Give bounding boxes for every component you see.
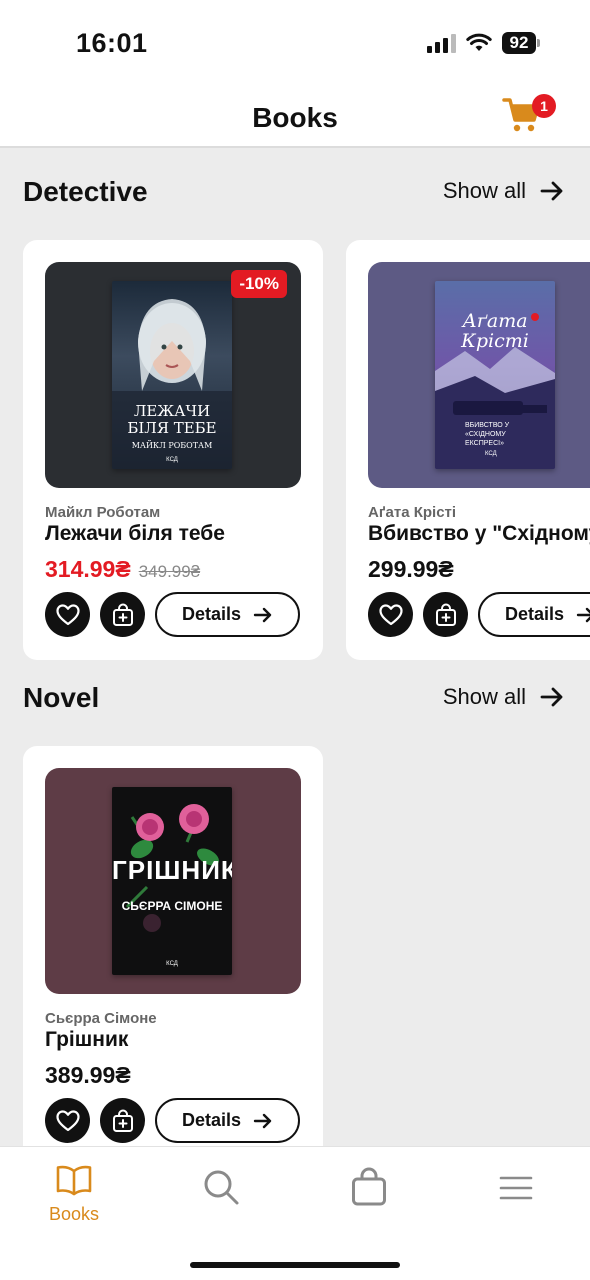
search-icon <box>204 1170 239 1205</box>
content-scroll[interactable]: Detective Show all ЛЕЖАЧИ БІЛЯ ТЕБЕ МАЙК… <box>0 150 590 1146</box>
book-cover-image: ГРІШНИК СЬЄРРА СІМОНЕ КСД <box>112 787 232 975</box>
price-row: 389.99₴ <box>45 1062 131 1089</box>
details-label: Details <box>504 604 565 624</box>
book-price: 299.99₴ <box>368 556 454 582</box>
signal-icon <box>427 33 456 53</box>
details-label: Details <box>181 604 242 624</box>
cover-publisher: КСД <box>166 457 178 463</box>
status-bar: 16:01 92 <box>0 0 590 86</box>
nav-label-books: Books <box>48 1204 100 1224</box>
cover-title: Аґата Крісті <box>461 310 529 352</box>
section-title: Detective <box>23 176 148 207</box>
status-time: 16:01 <box>76 28 148 58</box>
details-button[interactable]: Details <box>478 592 590 637</box>
book-price: 389.99₴ <box>45 1062 131 1088</box>
book-title: Грішник <box>45 1028 129 1051</box>
cover-publisher: КСД <box>166 961 178 967</box>
cover-subtitle: ВБИВСТВО У «СХІДНОМУ ЕКСПРЕСІ» <box>465 422 510 447</box>
card-actions: Details <box>45 592 300 637</box>
section-header: Novel Show all <box>23 676 564 716</box>
bag-icon <box>352 1167 386 1206</box>
status-icons: 92 <box>427 32 540 54</box>
show-all-label: Show all <box>442 684 526 709</box>
show-all-link[interactable]: Show all <box>443 178 564 204</box>
book-card[interactable]: ЛЕЖАЧИ БІЛЯ ТЕБЕ МАЙКЛ РОБОТАМ КСД -10% … <box>23 240 323 660</box>
cover-publisher: КСД <box>485 451 497 457</box>
show-all-label: Show all <box>442 178 526 203</box>
details-label: Details <box>181 1110 242 1130</box>
cover-title: ЛЕЖАЧИ БІЛЯ ТЕБЕ <box>127 402 217 437</box>
favorite-button[interactable] <box>45 1098 90 1143</box>
arrow-right-icon <box>540 687 563 707</box>
book-price: 314.99₴ <box>45 556 131 582</box>
favorite-button[interactable] <box>368 592 413 637</box>
book-cover-image: Аґата Крісті ВБИВСТВО У «СХІДНОМУ ЕКСПРЕ… <box>435 281 555 469</box>
menu-icon <box>499 1176 533 1200</box>
heart-icon <box>55 1109 80 1131</box>
cart-count-badge: 1 <box>532 94 556 118</box>
card-actions: Details <box>368 592 590 637</box>
add-to-cart-button[interactable] <box>100 592 145 637</box>
card-actions: Details <box>45 1098 300 1143</box>
book-author: Майкл Роботам <box>45 504 161 521</box>
add-to-cart-button[interactable] <box>100 1098 145 1143</box>
battery-level: 92 <box>502 32 536 54</box>
discount-badge: -10% <box>231 270 287 298</box>
cover-author: МАЙКЛ РОБОТАМ <box>131 441 213 450</box>
cover-frame: ГРІШНИК СЬЄРРА СІМОНЕ КСД <box>45 768 301 994</box>
heart-icon <box>55 603 80 625</box>
home-indicator <box>190 1262 400 1268</box>
book-title: Лежачи біля тебе <box>45 522 225 545</box>
price-row: 314.99₴ 349.99₴ <box>45 556 200 583</box>
header: Books 1 <box>0 86 590 148</box>
wifi-icon <box>466 33 492 51</box>
arrow-right-icon <box>576 607 590 622</box>
arrow-right-icon <box>540 181 563 201</box>
section-title: Novel <box>23 682 100 713</box>
favorite-button[interactable] <box>45 592 90 637</box>
cover-author: СЬЄРРА СІМОНЕ <box>121 899 223 913</box>
book-old-price: 349.99₴ <box>138 562 201 581</box>
nav-item-menu[interactable] <box>471 1163 561 1206</box>
cart-button[interactable]: 1 <box>502 94 556 138</box>
arrow-right-icon <box>253 607 272 622</box>
bag-plus-icon <box>435 603 456 626</box>
book-card[interactable]: ГРІШНИК СЬЄРРА СІМОНЕ КСД Сьєрра Сімоне … <box>23 746 323 1146</box>
bag-plus-icon <box>112 1109 133 1132</box>
cover-frame: ЛЕЖАЧИ БІЛЯ ТЕБЕ МАЙКЛ РОБОТАМ КСД -10% <box>45 262 301 488</box>
heart-icon <box>378 603 403 625</box>
bottom-nav: Books <box>0 1146 590 1280</box>
book-card[interactable]: Аґата Крісті ВБИВСТВО У «СХІДНОМУ ЕКСПРЕ… <box>346 240 590 660</box>
price-row: 299.99₴ <box>368 556 454 583</box>
details-button[interactable]: Details <box>155 1098 300 1143</box>
bag-plus-icon <box>112 603 133 626</box>
show-all-link[interactable]: Show all <box>443 684 564 710</box>
add-to-cart-button[interactable] <box>423 592 468 637</box>
section-header: Detective Show all <box>23 170 564 210</box>
book-icon <box>56 1165 92 1196</box>
arrow-right-icon <box>253 1113 272 1128</box>
cover-title: ГРІШНИК <box>112 855 232 885</box>
nav-item-books[interactable]: Books <box>29 1163 119 1225</box>
book-carousel[interactable]: ГРІШНИК СЬЄРРА СІМОНЕ КСД Сьєрра Сімоне … <box>23 746 590 1146</box>
book-carousel[interactable]: ЛЕЖАЧИ БІЛЯ ТЕБЕ МАЙКЛ РОБОТАМ КСД -10% … <box>23 240 590 660</box>
book-author: Сьєрра Сімоне <box>45 1010 157 1027</box>
book-cover-image: ЛЕЖАЧИ БІЛЯ ТЕБЕ МАЙКЛ РОБОТАМ КСД <box>112 281 232 469</box>
book-author: Аґата Крісті <box>368 504 457 521</box>
nav-item-cart[interactable] <box>324 1163 414 1212</box>
book-title: Вбивство у "Східному <box>368 522 590 545</box>
battery-icon: 92 <box>502 32 540 54</box>
nav-item-search[interactable] <box>176 1163 266 1212</box>
details-button[interactable]: Details <box>155 592 300 637</box>
cover-frame: Аґата Крісті ВБИВСТВО У «СХІДНОМУ ЕКСПРЕ… <box>368 262 590 488</box>
